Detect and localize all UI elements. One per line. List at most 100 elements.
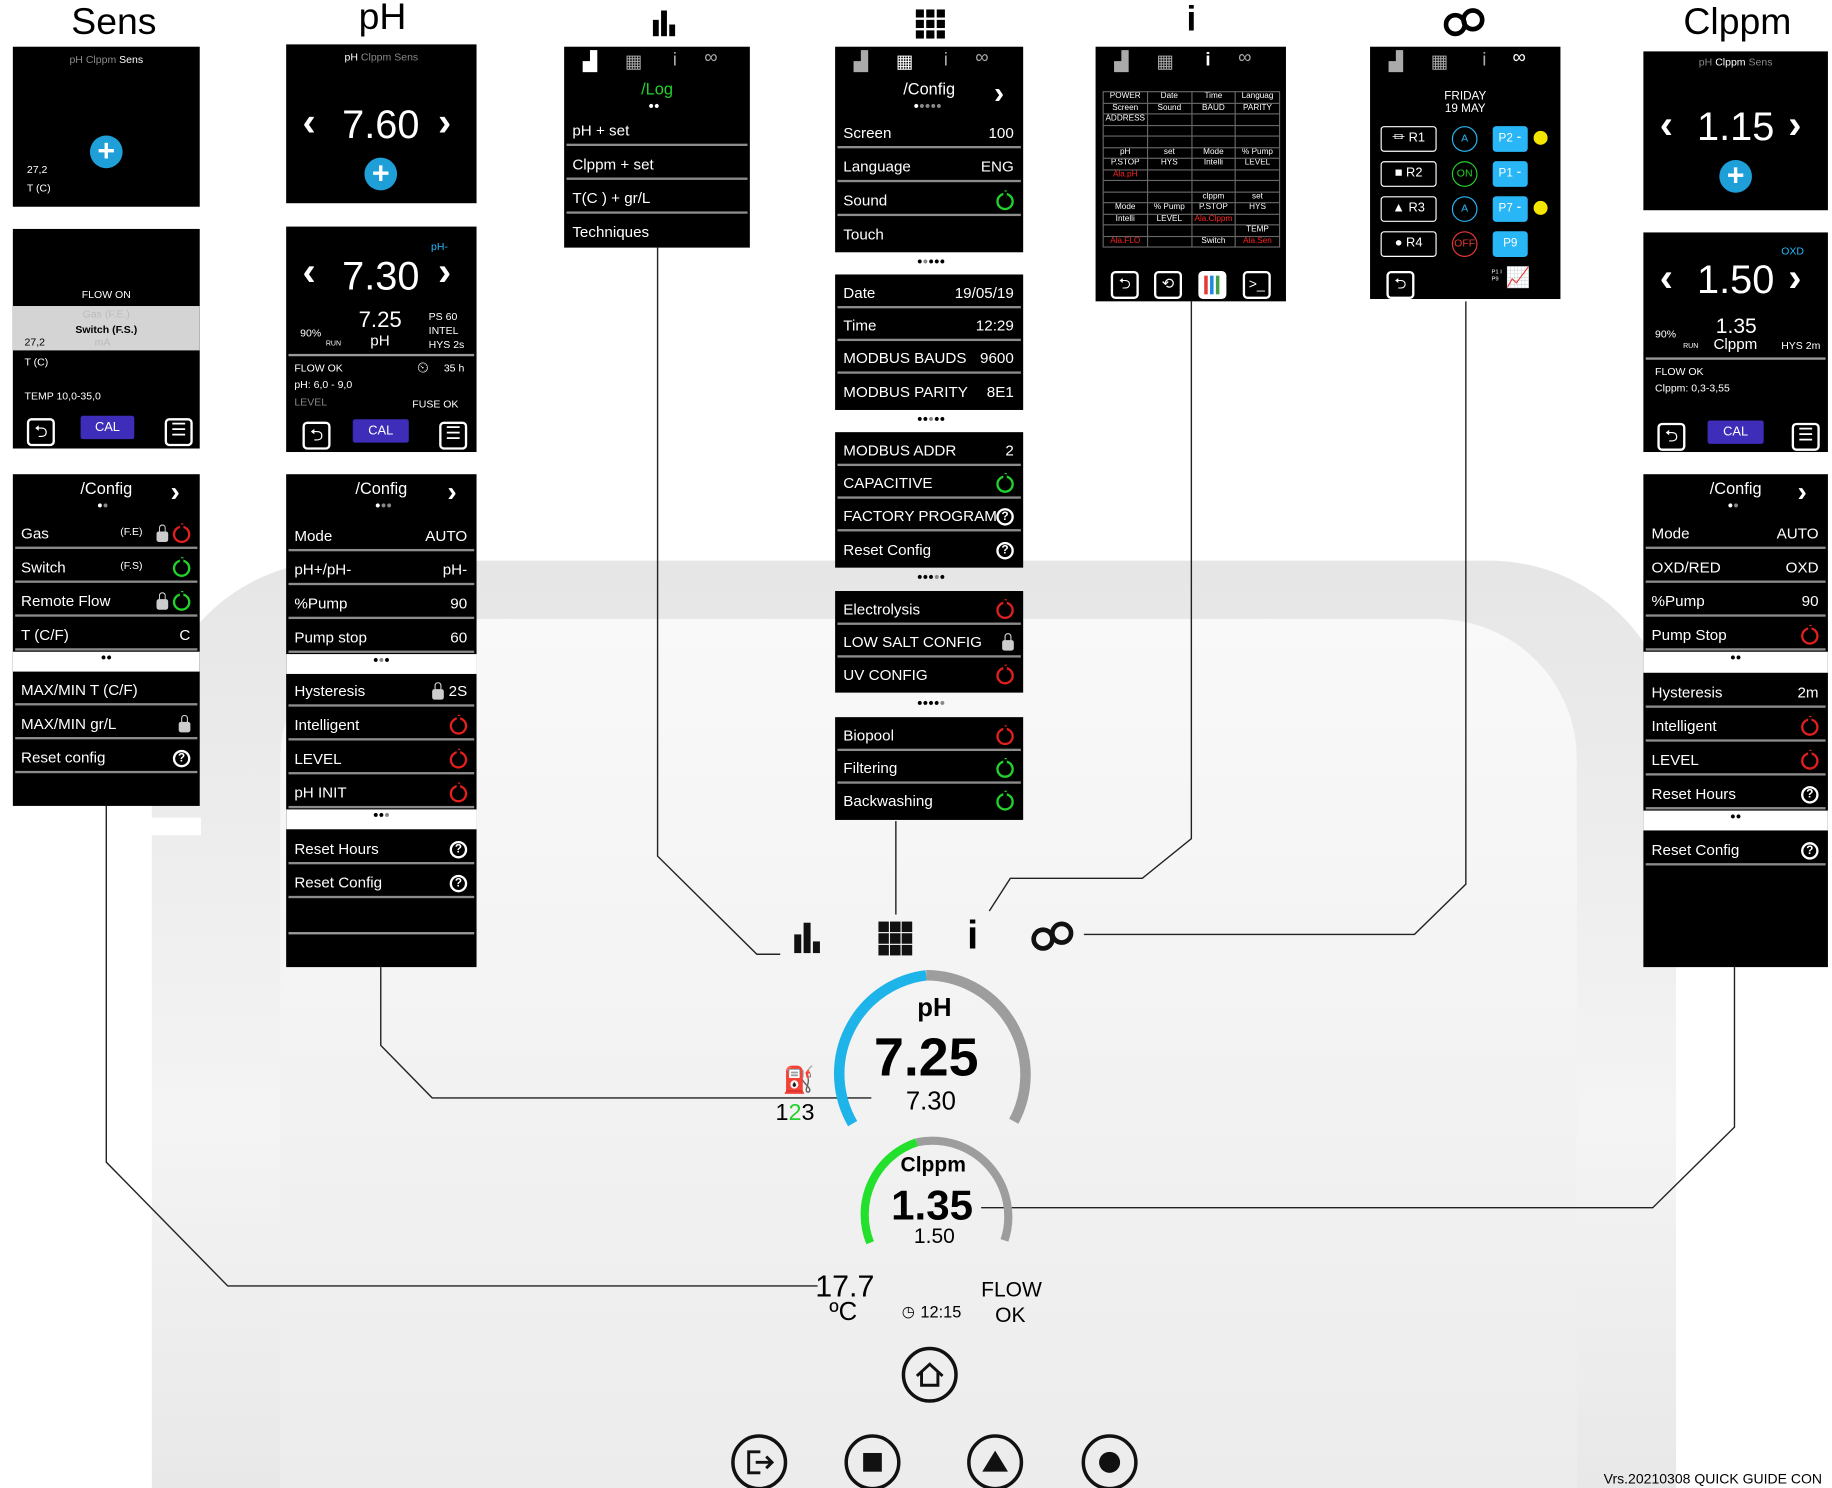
cfg-row-capacitive[interactable]: CAPACITIVE bbox=[837, 467, 1021, 499]
back-icon[interactable]: ⮌ bbox=[1657, 422, 1686, 451]
config-row-hysteresis[interactable]: Hysteresis 2m bbox=[1645, 676, 1826, 708]
prev-arrow-icon[interactable]: ‹ bbox=[303, 250, 316, 296]
config-row-pump-stop[interactable]: Pump Stop bbox=[1645, 619, 1826, 651]
relay-mode-r1[interactable]: A bbox=[1451, 126, 1478, 152]
cfg-row-date[interactable]: Date 19/05/19 bbox=[837, 277, 1021, 309]
record-button[interactable] bbox=[1081, 1434, 1138, 1488]
config-row-pump-stop[interactable]: Pump stop 60 bbox=[288, 621, 475, 653]
tab-ph[interactable]: pH bbox=[345, 51, 358, 63]
log-tab-icon[interactable]: ▟ bbox=[1389, 50, 1403, 73]
menu-icon[interactable]: ☰ bbox=[164, 418, 193, 447]
grid-tab-icon[interactable]: ▦ bbox=[1156, 50, 1174, 73]
cfg-row-low-salt[interactable]: LOW SALT CONFIG bbox=[837, 626, 1021, 658]
tab-clppm[interactable]: Clppm bbox=[1715, 56, 1745, 68]
cal-button[interactable]: CAL bbox=[352, 419, 409, 443]
relay-program-r4[interactable]: P9 bbox=[1492, 231, 1528, 257]
config-row-mode[interactable]: Mode AUTO bbox=[288, 520, 475, 552]
cfg-row-modbus-addr[interactable]: MODBUS ADDR 2 bbox=[837, 434, 1021, 467]
config-row-gas[interactable]: Gas (F.E) bbox=[15, 517, 198, 549]
config-row-switch[interactable]: Switch (F.S) bbox=[15, 551, 198, 583]
back-icon[interactable]: ⮌ bbox=[1386, 270, 1415, 300]
info-tab-icon[interactable]: i bbox=[673, 50, 677, 71]
menu-icon[interactable]: ☰ bbox=[1791, 422, 1820, 451]
stop-button[interactable] bbox=[844, 1434, 901, 1488]
colors-icon[interactable] bbox=[1198, 270, 1227, 300]
relay-mode-r2[interactable]: ON bbox=[1451, 161, 1478, 187]
config-row-mode[interactable]: Mode AUTO bbox=[1645, 517, 1826, 549]
refresh-icon[interactable]: ⟲ bbox=[1153, 270, 1183, 300]
add-icon[interactable]: + bbox=[89, 135, 123, 169]
exit-button[interactable] bbox=[731, 1434, 788, 1488]
next-arrow-icon[interactable]: › bbox=[438, 250, 451, 296]
config-row-maxmin-grl[interactable]: MAX/MIN gr/L bbox=[15, 708, 198, 740]
log-row-ph[interactable]: pH + set bbox=[566, 114, 748, 146]
info-tab-icon[interactable]: i bbox=[1482, 50, 1486, 71]
config-row-reset-config[interactable]: Reset Config? bbox=[1645, 834, 1826, 866]
main-nav-log-icon[interactable] bbox=[792, 920, 822, 955]
next-icon[interactable]: › bbox=[994, 75, 1004, 111]
info-tab-icon[interactable]: i bbox=[944, 50, 948, 71]
config-row-reset-hours[interactable]: Reset Hours? bbox=[288, 833, 475, 865]
tab-clppm[interactable]: Clppm bbox=[86, 54, 116, 66]
cfg-row-screen[interactable]: Screen 100 bbox=[837, 117, 1021, 149]
cfg-row-reset-config[interactable]: Reset Config? bbox=[837, 534, 1020, 566]
config-row-temp-unit[interactable]: T (C/F) C bbox=[15, 619, 198, 651]
back-icon[interactable]: ⮌ bbox=[302, 421, 331, 450]
config-row-reset[interactable]: Reset config? bbox=[15, 742, 198, 774]
config-row-hysteresis[interactable]: Hysteresis 2S bbox=[288, 675, 475, 707]
log-tab-icon[interactable]: ▟ bbox=[583, 50, 597, 73]
dosing-pump-icon[interactable]: ⛽ bbox=[783, 1065, 815, 1095]
config-row-level[interactable]: LEVEL bbox=[288, 743, 475, 775]
tab-ph[interactable]: pH bbox=[1699, 56, 1712, 68]
relay-program-r2[interactable]: P1 ⁃ bbox=[1492, 161, 1528, 187]
config-row-pump[interactable]: %Pump 90 bbox=[1645, 585, 1826, 617]
cfg-row-time[interactable]: Time 12:29 bbox=[837, 310, 1021, 342]
prev-arrow-icon[interactable]: ‹ bbox=[303, 100, 316, 146]
main-nav-relay-icon[interactable] bbox=[1030, 919, 1077, 954]
main-nav-info-icon[interactable]: i bbox=[967, 913, 978, 959]
cfg-row-electrolysis[interactable]: Electrolysis bbox=[837, 593, 1021, 625]
cfg-row-biopool[interactable]: Biopool bbox=[837, 719, 1021, 752]
prev-arrow-icon[interactable]: ‹ bbox=[1660, 103, 1673, 149]
next-arrow-icon[interactable]: › bbox=[1788, 103, 1801, 149]
relay-tab-icon[interactable]: ∞ bbox=[704, 48, 717, 69]
prev-arrow-icon[interactable]: ‹ bbox=[1660, 256, 1673, 302]
config-row-intelligent[interactable]: Intelligent bbox=[288, 709, 475, 741]
add-icon[interactable]: + bbox=[1719, 160, 1752, 193]
main-nav-grid-icon[interactable] bbox=[878, 921, 913, 957]
grid-tab-icon[interactable]: ▦ bbox=[896, 50, 914, 73]
tab-sens[interactable]: Sens bbox=[394, 51, 418, 63]
cfg-row-factory-program[interactable]: FACTORY PROGRAM? bbox=[837, 500, 1021, 532]
cfg-row-filtering[interactable]: Filtering bbox=[837, 752, 1021, 784]
cal-button[interactable]: CAL bbox=[1707, 420, 1764, 444]
config-row-intelligent[interactable]: Intelligent bbox=[1645, 710, 1826, 742]
next-icon[interactable]: › bbox=[447, 477, 456, 510]
add-icon[interactable]: + bbox=[364, 157, 398, 191]
config-row-level[interactable]: LEVEL bbox=[1645, 744, 1826, 776]
menu-icon[interactable]: ☰ bbox=[439, 421, 468, 450]
log-tab-icon[interactable]: ▟ bbox=[1114, 50, 1128, 73]
config-row-reset-config[interactable]: Reset Config? bbox=[288, 867, 475, 899]
next-icon[interactable]: › bbox=[171, 477, 180, 510]
relay-button-r3[interactable]: ▲ R3 bbox=[1380, 196, 1437, 222]
relay-button-r4[interactable]: ● R4 bbox=[1380, 231, 1437, 257]
cfg-row-touch[interactable]: Touch bbox=[837, 218, 1020, 250]
chart-icon[interactable]: 📈 bbox=[1506, 266, 1531, 289]
cfg-row-sound[interactable]: Sound bbox=[837, 185, 1021, 217]
relay-program-r3[interactable]: P7 ⁃ bbox=[1492, 196, 1528, 222]
log-tab-icon[interactable]: ▟ bbox=[854, 50, 868, 73]
log-row-techniques[interactable]: Techniques bbox=[566, 216, 747, 248]
relay-tab-icon[interactable]: ∞ bbox=[1513, 48, 1526, 69]
cfg-row-modbus-parity[interactable]: MODBUS PARITY 8E1 bbox=[837, 376, 1020, 408]
cfg-row-backwashing[interactable]: Backwashing bbox=[837, 785, 1020, 817]
next-icon[interactable]: › bbox=[1798, 477, 1807, 510]
relay-tab-icon[interactable]: ∞ bbox=[975, 48, 988, 69]
config-row-ph-direction[interactable]: pH+/pH-pH- bbox=[288, 554, 475, 586]
cfg-row-language[interactable]: Language ENG bbox=[837, 151, 1021, 183]
config-row-oxd-red[interactable]: OXD/RED OXD bbox=[1645, 551, 1826, 583]
log-row-temp[interactable]: T(C ) + gr/L bbox=[566, 182, 748, 214]
grid-tab-icon[interactable]: ▦ bbox=[1431, 50, 1449, 73]
config-row-remote-flow[interactable]: Remote Flow bbox=[15, 585, 198, 617]
tab-sens[interactable]: Sens bbox=[1749, 56, 1773, 68]
config-row-reset-hours[interactable]: Reset Hours? bbox=[1645, 778, 1826, 810]
